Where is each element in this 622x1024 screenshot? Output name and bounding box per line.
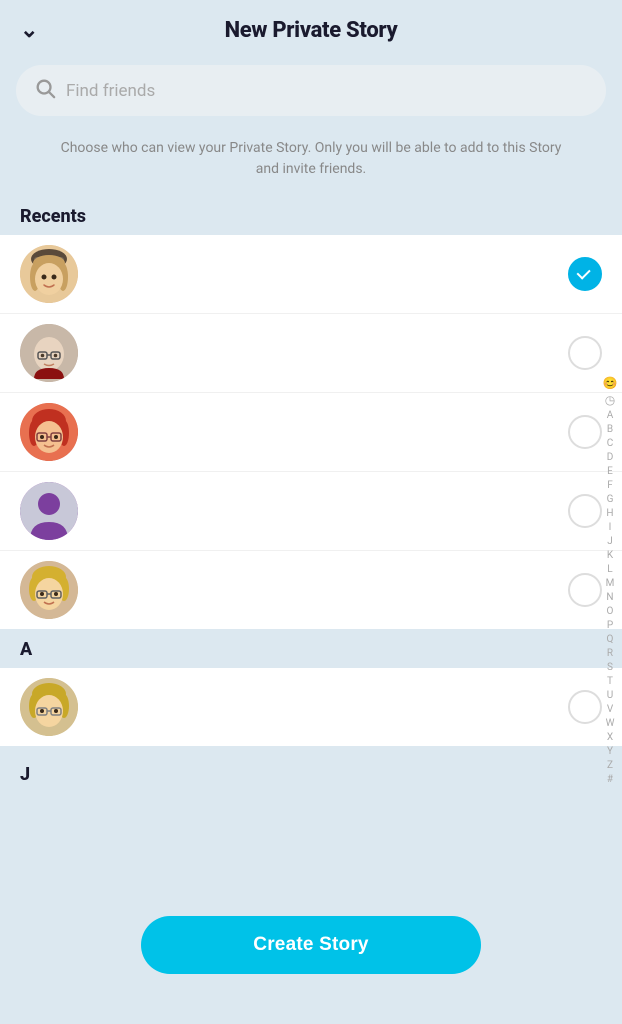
alpha-u[interactable]: U — [602, 689, 618, 702]
alphabet-index[interactable]: 😊 ◷ A B C D E F G H I J K L M N O P Q R … — [602, 376, 618, 786]
avatar — [20, 678, 78, 736]
alpha-s[interactable]: S — [602, 661, 618, 674]
main-content: 😊 ◷ A B C D E F G H I J K L M N O P Q R … — [0, 196, 622, 793]
alpha-q[interactable]: Q — [602, 633, 618, 646]
contact-checkbox[interactable] — [568, 415, 602, 449]
alpha-p[interactable]: P — [602, 619, 618, 632]
alpha-j[interactable]: J — [602, 535, 618, 548]
contact-checkbox[interactable] — [568, 257, 602, 291]
list-item[interactable] — [0, 235, 622, 314]
recents-list — [0, 235, 622, 629]
search-container: Find friends — [0, 57, 622, 128]
alpha-d[interactable]: D — [602, 451, 618, 464]
alpha-i[interactable]: I — [602, 521, 618, 534]
alpha-f[interactable]: F — [602, 479, 618, 492]
create-story-btn-container: Create Story — [141, 916, 481, 974]
alpha-w[interactable]: W — [602, 717, 618, 730]
alpha-hash[interactable]: # — [602, 773, 618, 786]
back-chevron-icon[interactable]: ⌄ — [20, 18, 38, 43]
alpha-a[interactable]: A — [602, 409, 618, 422]
alpha-m[interactable]: M — [602, 577, 618, 590]
alpha-r[interactable]: R — [602, 647, 618, 660]
alpha-g[interactable]: G — [602, 493, 618, 506]
contact-checkbox[interactable] — [568, 336, 602, 370]
avatar — [20, 403, 78, 461]
header: ⌄ New Private Story — [0, 0, 622, 57]
search-icon — [34, 77, 56, 104]
create-story-button[interactable]: Create Story — [141, 916, 481, 974]
alpha-emoji-icon[interactable]: 😊 — [602, 376, 618, 392]
list-item[interactable] — [0, 314, 622, 393]
search-bar[interactable]: Find friends — [16, 65, 606, 116]
alpha-t[interactable]: T — [602, 675, 618, 688]
alpha-o[interactable]: O — [602, 605, 618, 618]
alpha-recents-icon[interactable]: ◷ — [602, 393, 618, 409]
alpha-c[interactable]: C — [602, 437, 618, 450]
alpha-n[interactable]: N — [602, 591, 618, 604]
alpha-e[interactable]: E — [602, 465, 618, 478]
alpha-y[interactable]: Y — [602, 745, 618, 758]
alpha-h[interactable]: H — [602, 507, 618, 520]
contact-checkbox[interactable] — [568, 494, 602, 528]
page-title: New Private Story — [225, 18, 398, 43]
a-section-label: A — [0, 629, 622, 668]
contact-checkbox[interactable] — [568, 573, 602, 607]
alpha-k[interactable]: K — [602, 549, 618, 562]
avatar — [20, 482, 78, 540]
description-text: Choose who can view your Private Story. … — [0, 128, 622, 196]
alpha-b[interactable]: B — [602, 423, 618, 436]
list-item[interactable] — [0, 551, 622, 629]
alpha-z[interactable]: Z — [602, 759, 618, 772]
list-item[interactable] — [0, 393, 622, 472]
contact-checkbox[interactable] — [568, 690, 602, 724]
alpha-l[interactable]: L — [602, 563, 618, 576]
j-section-label: J — [0, 754, 622, 793]
list-item[interactable] — [0, 472, 622, 551]
alpha-v[interactable]: V — [602, 703, 618, 716]
recents-section-label: Recents — [0, 196, 622, 235]
avatar — [20, 245, 78, 303]
a-section-list — [0, 668, 622, 746]
search-placeholder: Find friends — [66, 81, 155, 101]
alpha-x[interactable]: X — [602, 731, 618, 744]
avatar — [20, 324, 78, 382]
list-item[interactable] — [0, 668, 622, 746]
avatar — [20, 561, 78, 619]
